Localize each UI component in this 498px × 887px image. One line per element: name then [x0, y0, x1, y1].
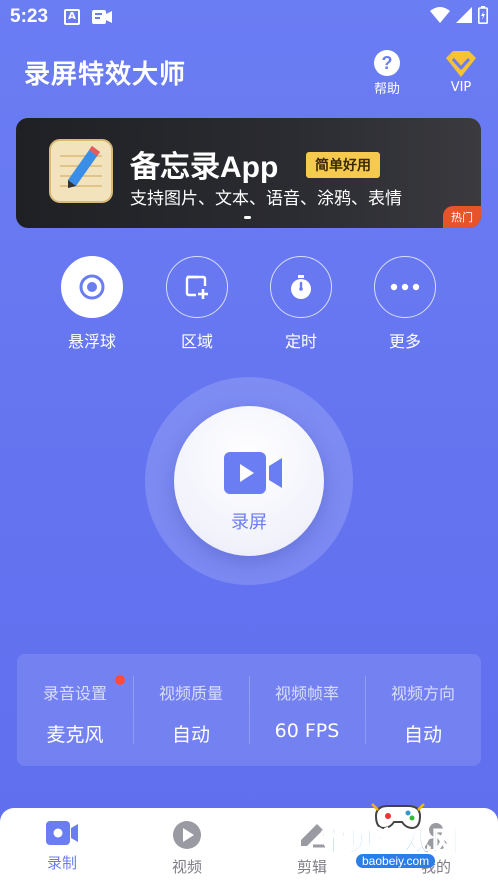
video-quality-setting[interactable]: 视频质量 自动 [133, 654, 249, 766]
timer-button[interactable]: 定时 [261, 256, 341, 352]
nav-label: 视频 [171, 858, 202, 876]
help-button[interactable]: ? 帮助 [362, 50, 412, 97]
setting-label: 视频帧率 [274, 684, 339, 703]
app-title: 录屏特效大师 [24, 60, 187, 90]
tool-label: 更多 [388, 332, 421, 351]
video-camera-icon [46, 821, 78, 845]
notepad-pencil-icon [49, 139, 113, 203]
tool-circle [166, 256, 228, 318]
status-right [430, 6, 488, 24]
audio-setting[interactable]: 录音设置 麦克风 [17, 654, 133, 766]
timer-icon [291, 275, 311, 299]
wifi-icon [430, 7, 450, 23]
battery-icon [478, 6, 488, 24]
target-icon [79, 274, 105, 300]
tool-circle [270, 256, 332, 318]
floating-ball-button[interactable]: 悬浮球 [52, 256, 132, 352]
record-button[interactable]: 录屏 [174, 406, 324, 556]
play-circle-icon [173, 821, 201, 849]
help-label: 帮助 [373, 82, 400, 97]
promo-banner[interactable]: 备忘录App 简单好用 支持图片、文本、语音、涂鸦、表情 热门 [16, 118, 481, 228]
hot-badge: 热门 [443, 206, 481, 228]
orientation-setting[interactable]: 视频方向 自动 [365, 654, 481, 766]
tool-label: 区域 [180, 332, 213, 351]
area-add-icon [185, 275, 208, 299]
nav-mine[interactable]: 我的 [396, 820, 476, 877]
signal-icon [456, 7, 472, 23]
tool-label: 定时 [284, 332, 317, 351]
setting-value: 麦克风 [46, 724, 104, 746]
status-bar: 5:23 A [0, 0, 498, 34]
new-badge-dot [115, 675, 125, 685]
nav-edit[interactable]: 剪辑 [272, 820, 352, 877]
tool-circle [61, 256, 123, 318]
setting-value: 自动 [171, 724, 210, 746]
a-notification-icon: A [64, 9, 80, 25]
setting-label: 视频质量 [158, 684, 223, 703]
tool-label: 悬浮球 [67, 332, 116, 351]
vip-diamond-icon [446, 51, 476, 77]
more-dots-icon [390, 283, 420, 291]
frame-rate-setting[interactable]: 视频帧率 60 FPS [249, 654, 365, 766]
record-label: 录屏 [231, 512, 267, 533]
banner-tag: 简单好用 [306, 152, 380, 178]
edit-pencil-icon [301, 824, 325, 848]
bottom-nav: 录制 视频 剪辑 我的 [0, 808, 498, 887]
more-button[interactable]: 更多 [365, 256, 445, 352]
setting-value: 自动 [403, 724, 442, 746]
nav-label: 我的 [420, 858, 451, 876]
vip-label: VIP [450, 80, 472, 95]
tool-circle [374, 256, 436, 318]
nav-label: 剪辑 [296, 858, 327, 876]
video-camera-icon [224, 452, 282, 494]
recording-settings: 录音设置 麦克风 视频质量 自动 视频帧率 60 FPS 视频方向 自动 [17, 654, 481, 766]
help-icon: ? [374, 50, 400, 76]
area-button[interactable]: 区域 [157, 256, 237, 352]
banner-page-indicator [244, 216, 251, 219]
nav-label: 录制 [46, 854, 77, 872]
vip-button[interactable]: VIP [436, 50, 486, 95]
setting-label: 视频方向 [390, 684, 455, 703]
banner-subtitle: 支持图片、文本、语音、涂鸦、表情 [130, 189, 402, 209]
quick-tools: 悬浮球 区域 定时 更多 [0, 256, 498, 356]
status-time: 5:23 [10, 6, 49, 27]
user-icon [424, 823, 448, 849]
nav-videos[interactable]: 视频 [147, 820, 227, 877]
nav-record[interactable]: 录制 [22, 820, 102, 873]
banner-title: 备忘录App [130, 151, 279, 184]
media-notification-icon [92, 9, 112, 25]
setting-value: 60 FPS [274, 720, 340, 742]
